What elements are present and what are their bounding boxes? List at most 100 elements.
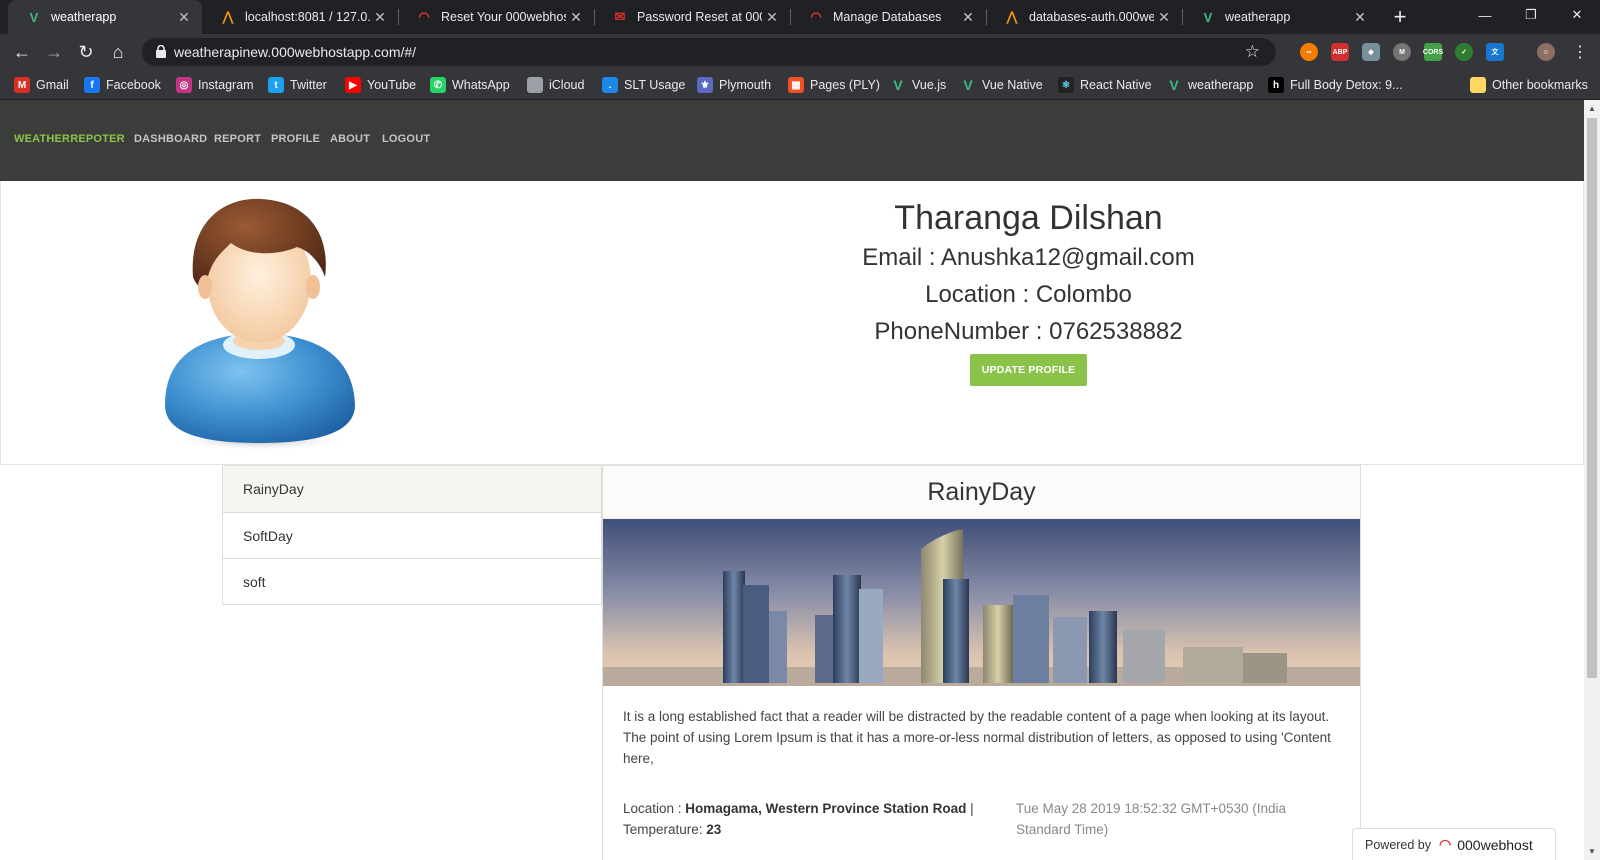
bookmark-react-native[interactable]: ⚛ React Native	[1058, 76, 1152, 94]
webhost-logo-icon: ◠	[1439, 836, 1452, 852]
bookmarks-bar: M Gmail f Facebook ◎ Instagram t Twitter ▶ Yo…	[0, 70, 1600, 100]
nav-profile[interactable]: PROFILE	[271, 133, 320, 145]
bookmark-vue-native[interactable]: V Vue Native	[960, 76, 1043, 94]
translate-icon[interactable]: 文	[1486, 43, 1504, 61]
brand-link[interactable]: WEATHERREPOTER	[14, 133, 125, 145]
scroll-thumb[interactable]	[1587, 118, 1597, 678]
bookmark-vuejs[interactable]: V Vue.js	[890, 76, 946, 94]
whatsapp-icon: ✆	[430, 77, 446, 93]
bookmark-label: Vue Native	[982, 78, 1043, 92]
cors-icon[interactable]: CORS	[1423, 43, 1443, 61]
scroll-down-icon[interactable]: ▼	[1588, 847, 1596, 856]
page-scrollbar[interactable]: ▲ ▼	[1584, 100, 1600, 860]
minimize-button[interactable]: —	[1462, 0, 1508, 30]
adblock-icon[interactable]: ABP	[1331, 43, 1349, 61]
browser-tab-7[interactable]: V weatherapp ✕	[1182, 0, 1378, 34]
temperature-value: 23	[706, 822, 722, 837]
gmail-icon: ✉	[614, 9, 626, 24]
report-list-item[interactable]: RainyDay	[223, 466, 601, 512]
profile-avatar-icon[interactable]: ☺	[1537, 43, 1555, 61]
bookmark-label: Plymouth	[719, 78, 772, 92]
vue-icon: V	[1203, 9, 1213, 25]
close-icon[interactable]: ✕	[1350, 7, 1370, 27]
phpmyadmin-icon: ⋀	[1006, 9, 1018, 24]
tab-title: localhost:8081 / 127.0.0.	[245, 10, 370, 24]
bookmark-youtube[interactable]: ▶ YouTube	[345, 76, 416, 94]
vue-native-icon: V	[963, 77, 973, 93]
vue-icon: V	[29, 9, 39, 25]
bookmark-plymouth[interactable]: ⚜ Plymouth	[697, 76, 771, 94]
react-icon: ⚛	[1058, 77, 1074, 93]
bookmark-slt-usage[interactable]: . SLT Usage	[602, 76, 685, 94]
city-skyline-image	[603, 519, 1360, 686]
bookmark-facebook[interactable]: f Facebook	[84, 76, 161, 94]
bookmark-label: Full Body Detox: 9...	[1290, 78, 1403, 92]
browser-tab-6[interactable]: ⋀ databases-auth.000webl ✕	[986, 0, 1182, 34]
bookmark-label: SLT Usage	[624, 78, 686, 92]
extension-icon[interactable]: M	[1393, 43, 1411, 61]
browser-tab-3[interactable]: ◠ Reset Your 000webhost U ✕	[398, 0, 594, 34]
twitter-icon: t	[268, 77, 284, 93]
restore-button[interactable]: ❐	[1508, 0, 1554, 30]
forward-button[interactable]: →	[40, 38, 68, 66]
bookmark-twitter[interactable]: t Twitter	[268, 76, 327, 94]
nav-report[interactable]: REPORT	[214, 133, 261, 145]
report-list-item[interactable]: SoftDay	[223, 512, 601, 558]
bookmark-instagram[interactable]: ◎ Instagram	[176, 76, 254, 94]
close-icon[interactable]: ✕	[174, 7, 194, 27]
webhost-icon: ◠	[810, 9, 822, 24]
bookmark-label: Twitter	[290, 78, 327, 92]
update-profile-button[interactable]: UPDATE PROFILE	[969, 354, 1088, 386]
report-list-item[interactable]: soft	[223, 558, 601, 604]
other-bookmarks[interactable]: Other bookmarks	[1470, 76, 1588, 94]
nav-about[interactable]: ABOUT	[330, 133, 370, 145]
close-icon[interactable]: ✕	[1154, 7, 1174, 27]
bookmark-full-body-detox[interactable]: h Full Body Detox: 9...	[1268, 76, 1403, 94]
profile-location: Location : Colombo	[925, 281, 1132, 308]
bookmark-gmail[interactable]: M Gmail	[14, 76, 69, 94]
tab-title: Password Reset at 000w	[637, 10, 762, 24]
scroll-up-icon[interactable]: ▲	[1588, 104, 1596, 113]
browser-tab-4[interactable]: ✉ Password Reset at 000w ✕	[594, 0, 790, 34]
menu-icon[interactable]: ⋮	[1566, 38, 1594, 66]
profile-email: Email : Anushka12@gmail.com	[862, 244, 1195, 271]
browser-tab-2[interactable]: ⋀ localhost:8081 / 127.0.0. ✕	[202, 0, 398, 34]
gmail-icon: M	[14, 77, 30, 93]
close-icon[interactable]: ✕	[566, 7, 586, 27]
vue-icon: V	[1169, 77, 1179, 93]
bookmark-star-icon[interactable]: ☆	[1245, 42, 1260, 62]
nav-logout[interactable]: LOGOUT	[382, 133, 430, 145]
address-bar[interactable]: weatherapinew.000webhostapp.com/#/ ☆	[142, 38, 1276, 66]
bookmark-weatherapp[interactable]: Vweatherapp	[1166, 76, 1253, 94]
back-button[interactable]: ←	[8, 38, 36, 66]
browser-tab-5[interactable]: ◠ Manage Databases ✕	[790, 0, 986, 34]
profile-info: Tharanga Dilshan Email : Anushka12@gmail…	[631, 197, 1426, 386]
bookmark-whatsapp[interactable]: ✆ WhatsApp	[430, 76, 510, 94]
grammarly-icon[interactable]: ✓	[1455, 43, 1473, 61]
bookmark-icloud[interactable]: iCloud	[527, 76, 584, 94]
extension-icon[interactable]: ∞	[1300, 43, 1318, 61]
apple-icon	[527, 77, 543, 93]
close-icon[interactable]: ✕	[762, 7, 782, 27]
phpmyadmin-icon: ⋀	[222, 9, 234, 24]
vue-icon: V	[893, 77, 903, 93]
lock-icon	[156, 45, 166, 58]
location-label: Location :	[623, 801, 686, 816]
reload-button[interactable]: ↻	[72, 38, 100, 66]
nav-dashboard[interactable]: DASHBOARD	[134, 133, 207, 145]
browser-tab-1[interactable]: V weatherapp ✕	[8, 0, 202, 34]
new-tab-button[interactable]: +	[1388, 4, 1412, 29]
close-icon[interactable]: ✕	[958, 7, 978, 27]
shield-icon[interactable]: ◆	[1362, 43, 1380, 61]
app-navbar: WEATHERREPOTER DASHBOARD REPORT PROFILE …	[0, 100, 1584, 181]
bookmark-pages-ply[interactable]: ▦ Pages (PLY)	[788, 76, 880, 94]
meta-separator: |	[966, 801, 974, 816]
close-window-button[interactable]: ✕	[1554, 0, 1600, 30]
close-icon[interactable]: ✕	[370, 7, 390, 27]
facebook-icon: f	[84, 77, 100, 93]
user-avatar-icon	[165, 198, 355, 451]
powered-by-badge[interactable]: Powered by ◠ 000webhost	[1352, 828, 1556, 860]
instagram-icon: ◎	[176, 77, 192, 93]
home-button[interactable]: ⌂	[104, 38, 132, 66]
bookmark-label: Pages (PLY)	[810, 78, 880, 92]
